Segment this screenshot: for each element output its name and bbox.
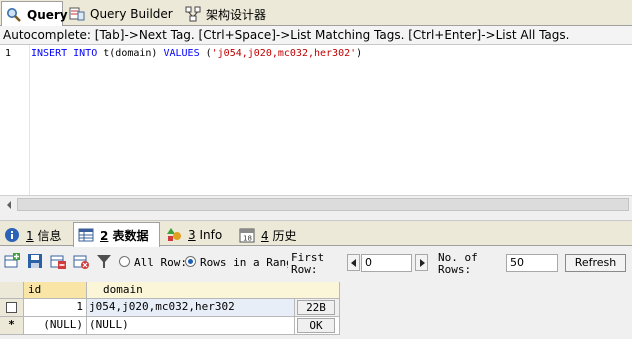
scrollbar-thumb[interactable] — [17, 198, 629, 211]
delete-row-icon[interactable] — [50, 253, 66, 269]
triangle-right-icon — [420, 259, 425, 267]
row-header-new[interactable]: * — [0, 317, 24, 335]
num-rows-input[interactable]: 50 — [506, 254, 558, 272]
shapes-icon — [166, 227, 182, 243]
tab-info-label: 3 Info — [188, 228, 222, 242]
tab-info-number: 3 — [188, 228, 196, 242]
insert-row-icon[interactable] — [4, 253, 20, 269]
tab-query[interactable]: Query — [1, 1, 68, 27]
first-row-label-line2: Row: — [291, 263, 318, 276]
blob-size-button[interactable]: OK — [297, 318, 335, 333]
rows-in-range-label: Rows in a Rang — [200, 256, 288, 269]
table-grid-icon — [78, 227, 94, 243]
sql-close-paren: ) — [356, 48, 363, 59]
magnifier-icon — [6, 7, 22, 23]
query-builder-icon — [69, 6, 85, 22]
cell-id[interactable]: 1 — [24, 299, 87, 317]
scroll-left-button[interactable] — [1, 197, 17, 212]
tab-history[interactable]: 18 4 历史 — [235, 224, 305, 246]
tab-table-data[interactable]: 2 表数据 — [73, 222, 160, 247]
app-window: Query Query Builder 架构设计器 Autocomplete: … — [0, 0, 632, 339]
tab-schema-designer-label: 架构设计器 — [206, 7, 267, 22]
sql-open-paren: ( — [199, 48, 212, 59]
table-row[interactable]: 1 j054,j020,mc032,her302 22B — [0, 299, 340, 317]
refresh-button[interactable]: Refresh — [565, 254, 626, 272]
autocomplete-hint: Autocomplete: [Tab]->Next Tag. [Ctrl+Spa… — [0, 26, 632, 45]
tab-messages-number: 1 — [26, 228, 34, 243]
column-header-id[interactable]: id — [24, 282, 87, 299]
tab-history-label: 4 历史 — [261, 227, 296, 244]
save-icon[interactable] — [27, 253, 43, 269]
grid-header-row: id domain — [0, 282, 340, 299]
svg-text:18: 18 — [243, 235, 252, 243]
cell-id[interactable]: (NULL) — [24, 317, 87, 335]
triangle-left-icon — [351, 259, 356, 267]
calendar-icon: 18 — [239, 227, 255, 243]
tab-query-label: Query — [27, 7, 68, 22]
sql-keyword-insert: INSERT INTO — [31, 48, 98, 59]
query-tabs: Query Query Builder 架构设计器 — [0, 0, 632, 27]
rows-in-range-radio[interactable] — [185, 256, 196, 267]
sql-string-literal: 'j054,j020,mc032,her302' — [211, 48, 357, 59]
all-rows-radio[interactable] — [119, 256, 130, 267]
cell-domain[interactable]: j054,j020,mc032,her302 — [87, 299, 295, 317]
filter-icon[interactable] — [96, 253, 112, 269]
row-checkbox[interactable] — [6, 302, 17, 313]
blob-size-button[interactable]: 22B — [297, 300, 335, 315]
cell-size-area: 22B — [295, 299, 340, 317]
num-rows-label-line2: Rows: — [438, 263, 472, 276]
first-row-prev-button[interactable] — [347, 254, 360, 271]
arrow-left-icon — [7, 201, 11, 209]
tab-messages[interactable]: 1 信息 — [0, 224, 70, 246]
tab-history-text: 历史 — [268, 228, 297, 243]
cell-domain[interactable]: (NULL) — [87, 317, 295, 335]
tab-query-builder-label: Query Builder — [90, 7, 173, 21]
tab-history-number: 4 — [261, 228, 269, 243]
editor-horizontal-scrollbar[interactable] — [0, 195, 632, 212]
first-row-next-button[interactable] — [415, 254, 428, 271]
grid-corner — [0, 282, 24, 299]
all-rows-label: All Row: — [134, 256, 187, 269]
sql-code-line[interactable]: INSERT INTO t(domain) VALUES ('j054,j020… — [31, 48, 362, 59]
line-number: 1 — [5, 48, 12, 59]
tab-query-builder[interactable]: Query Builder — [65, 2, 177, 26]
tab-info-text: Info — [195, 228, 223, 242]
tab-table-data-label: 2 表数据 — [100, 227, 149, 244]
table-row[interactable]: * (NULL) (NULL) OK — [0, 317, 340, 335]
schema-designer-icon — [185, 6, 201, 22]
tab-messages-text: 信息 — [33, 228, 62, 243]
result-grid: id domain 1 j054,j020,mc032,her302 22B *… — [0, 282, 340, 335]
info-icon — [4, 227, 20, 243]
column-header-domain[interactable]: domain — [87, 282, 340, 299]
result-tabs: 1 信息 2 表数据 3 Info 18 4 历史 — [0, 220, 632, 247]
result-toolbar: All Row: Rows in a Rang First Row: 0 No.… — [0, 247, 632, 281]
tab-table-data-text: 表数据 — [108, 228, 149, 243]
cancel-changes-icon[interactable] — [73, 253, 89, 269]
tab-schema-designer[interactable]: 架构设计器 — [181, 2, 276, 26]
first-row-input[interactable]: 0 — [361, 254, 412, 272]
sql-editor[interactable]: 1 INSERT INTO t(domain) VALUES ('j054,j0… — [0, 45, 632, 195]
row-header[interactable] — [0, 299, 24, 317]
sql-table-ref: t(domain) — [97, 48, 164, 59]
tab-messages-label: 1 信息 — [26, 227, 61, 244]
sql-keyword-values: VALUES — [163, 48, 200, 59]
tab-info[interactable]: 3 Info — [162, 224, 232, 246]
cell-size-area: OK — [295, 317, 340, 335]
line-gutter: 1 — [0, 45, 30, 195]
